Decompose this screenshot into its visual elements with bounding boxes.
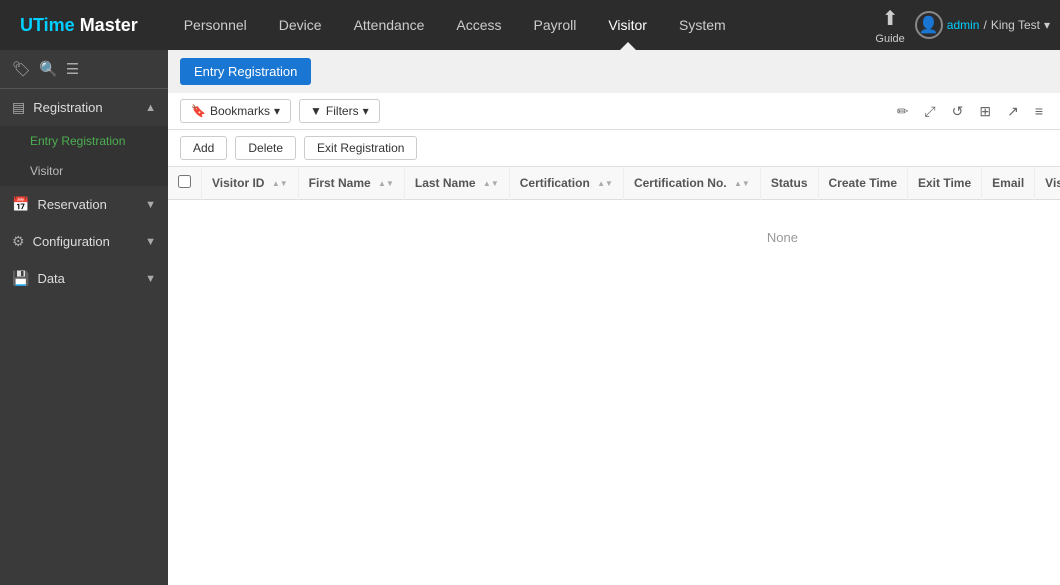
sidebar: 🏷 🔍 ☰ ▤ Registration ▲ Entry Registratio… xyxy=(0,50,168,585)
col-visit-department: Visit Department xyxy=(1035,167,1060,200)
list-icon[interactable]: ☰ xyxy=(66,60,79,78)
nav-item-system[interactable]: System xyxy=(663,0,742,50)
sort-arrows-certification[interactable]: ▲▼ xyxy=(597,180,613,188)
col-last-name: Last Name ▲▼ xyxy=(404,167,509,200)
bookmarks-chevron-icon: ▾ xyxy=(274,104,280,118)
nav-items: Personnel Device Attendance Access Payro… xyxy=(168,0,876,50)
user-slash: / xyxy=(983,18,986,32)
filters-label: Filters xyxy=(326,104,359,118)
chevron-down-icon: ▾ xyxy=(1044,18,1050,32)
add-button[interactable]: Add xyxy=(180,136,227,160)
reservation-arrow: ▼ xyxy=(145,199,156,211)
sidebar-section-registration: ▤ Registration ▲ Entry Registration Visi… xyxy=(0,89,168,186)
expand-icon-button[interactable]: ⤢ xyxy=(919,100,940,123)
reservation-icon: 📅 xyxy=(12,196,29,213)
bookmarks-button[interactable]: 🔖 Bookmarks ▾ xyxy=(180,99,291,123)
table-header-row: Visitor ID ▲▼ First Name ▲▼ Last Name ▲▼ xyxy=(168,167,1060,200)
toolbar: 🔖 Bookmarks ▾ ▼ Filters ▾ ✏ ⤢ ↺ ⊞ ↗ ≡ xyxy=(168,93,1060,130)
select-all-checkbox[interactable] xyxy=(178,175,191,188)
nav-item-payroll[interactable]: Payroll xyxy=(518,0,593,50)
col-first-name: First Name ▲▼ xyxy=(298,167,404,200)
bookmarks-label: Bookmarks xyxy=(210,104,270,118)
col-status: Status xyxy=(760,167,818,200)
configuration-label: Configuration xyxy=(33,234,110,249)
top-navigation: UTime Master Personnel Device Attendance… xyxy=(0,0,1060,50)
nav-right: ⬆ Guide 👤 admin/ King Test ▾ xyxy=(875,6,1050,45)
nav-item-device[interactable]: Device xyxy=(263,0,338,50)
sidebar-section-data: 💾 Data ▼ xyxy=(0,260,168,297)
sort-arrows-first-name[interactable]: ▲▼ xyxy=(378,180,394,188)
app-logo[interactable]: UTime Master xyxy=(10,11,148,40)
refresh-icon-button[interactable]: ↺ xyxy=(947,100,969,123)
no-data-text: None xyxy=(168,200,1060,276)
col-certification-no: Certification No. ▲▼ xyxy=(623,167,760,200)
data-label: Data xyxy=(37,271,64,286)
sidebar-item-visitor[interactable]: Visitor xyxy=(0,156,168,186)
filters-button[interactable]: ▼ Filters ▾ xyxy=(299,99,380,123)
visitor-table: Visitor ID ▲▼ First Name ▲▼ Last Name ▲▼ xyxy=(168,167,1060,275)
entry-registration-breadcrumb-btn[interactable]: Entry Registration xyxy=(180,58,311,85)
nav-item-access[interactable]: Access xyxy=(440,0,517,50)
sort-arrows-visitor-id[interactable]: ▲▼ xyxy=(272,180,288,188)
export-icon-button[interactable]: ↗ xyxy=(1002,100,1024,123)
col-email: Email xyxy=(982,167,1035,200)
sidebar-section-data-header[interactable]: 💾 Data ▼ xyxy=(0,260,168,297)
search-icon[interactable]: 🔍 xyxy=(39,60,58,78)
col-certification: Certification ▲▼ xyxy=(509,167,623,200)
columns-icon-button[interactable]: ⊞ xyxy=(974,100,996,123)
logo-master: Master xyxy=(75,15,138,35)
reservation-label: Reservation xyxy=(37,197,106,212)
content-area: Entry Registration 🔖 Bookmarks ▾ ▼ Filte… xyxy=(168,50,1060,585)
table-container: Visitor ID ▲▼ First Name ▲▼ Last Name ▲▼ xyxy=(168,167,1060,585)
sidebar-item-entry-registration[interactable]: Entry Registration xyxy=(0,126,168,156)
sidebar-section-reservation-header[interactable]: 📅 Reservation ▼ xyxy=(0,186,168,223)
sidebar-section-registration-header[interactable]: ▤ Registration ▲ xyxy=(0,89,168,126)
data-icon: 💾 xyxy=(12,270,29,287)
filters-chevron-icon: ▾ xyxy=(363,104,369,118)
configuration-icon: ⚙ xyxy=(12,233,25,250)
registration-arrow: ▲ xyxy=(145,102,156,114)
nav-item-personnel[interactable]: Personnel xyxy=(168,0,263,50)
col-exit-time: Exit Time xyxy=(908,167,982,200)
checkbox-col-header[interactable] xyxy=(168,167,202,200)
main-layout: 🏷 🔍 ☰ ▤ Registration ▲ Entry Registratio… xyxy=(0,50,1060,585)
col-create-time: Create Time xyxy=(818,167,907,200)
nav-item-visitor[interactable]: Visitor xyxy=(592,0,663,50)
user-name-label: King Test xyxy=(991,18,1040,32)
registration-icon: ▤ xyxy=(12,99,25,116)
edit-icon-button[interactable]: ✏ xyxy=(892,100,914,123)
logo-utime: UTime xyxy=(20,15,75,35)
data-arrow: ▼ xyxy=(145,273,156,285)
sidebar-section-reservation: 📅 Reservation ▼ xyxy=(0,186,168,223)
col-visitor-id: Visitor ID ▲▼ xyxy=(202,167,299,200)
settings-icon-button[interactable]: ≡ xyxy=(1030,100,1048,122)
sidebar-section-configuration-header[interactable]: ⚙ Configuration ▼ xyxy=(0,223,168,260)
page-header: Entry Registration xyxy=(168,50,1060,93)
user-admin-label: admin xyxy=(947,18,980,32)
no-data-row: None xyxy=(168,200,1060,276)
table-body: None xyxy=(168,200,1060,276)
sort-arrows-last-name[interactable]: ▲▼ xyxy=(483,180,499,188)
sidebar-section-configuration: ⚙ Configuration ▼ xyxy=(0,223,168,260)
user-avatar: 👤 xyxy=(915,11,943,39)
guide-button[interactable]: ⬆ Guide xyxy=(875,6,904,45)
action-row: Add Delete Exit Registration xyxy=(168,130,1060,167)
user-info[interactable]: 👤 admin/ King Test ▾ xyxy=(915,11,1050,39)
sidebar-top-icons: 🏷 🔍 ☰ xyxy=(0,50,168,89)
nav-item-attendance[interactable]: Attendance xyxy=(338,0,441,50)
sidebar-sub-items-registration: Entry Registration Visitor xyxy=(0,126,168,186)
delete-button[interactable]: Delete xyxy=(235,136,296,160)
tag-icon[interactable]: 🏷 xyxy=(12,60,31,78)
registration-label: Registration xyxy=(33,100,102,115)
bookmark-icon: 🔖 xyxy=(191,104,206,118)
configuration-arrow: ▼ xyxy=(145,236,156,248)
sort-arrows-certification-no[interactable]: ▲▼ xyxy=(734,180,750,188)
exit-registration-button[interactable]: Exit Registration xyxy=(304,136,417,160)
toolbar-right-icons: ✏ ⤢ ↺ ⊞ ↗ ≡ xyxy=(892,100,1048,123)
filter-icon: ▼ xyxy=(310,104,322,118)
guide-icon: ⬆ xyxy=(882,6,899,31)
